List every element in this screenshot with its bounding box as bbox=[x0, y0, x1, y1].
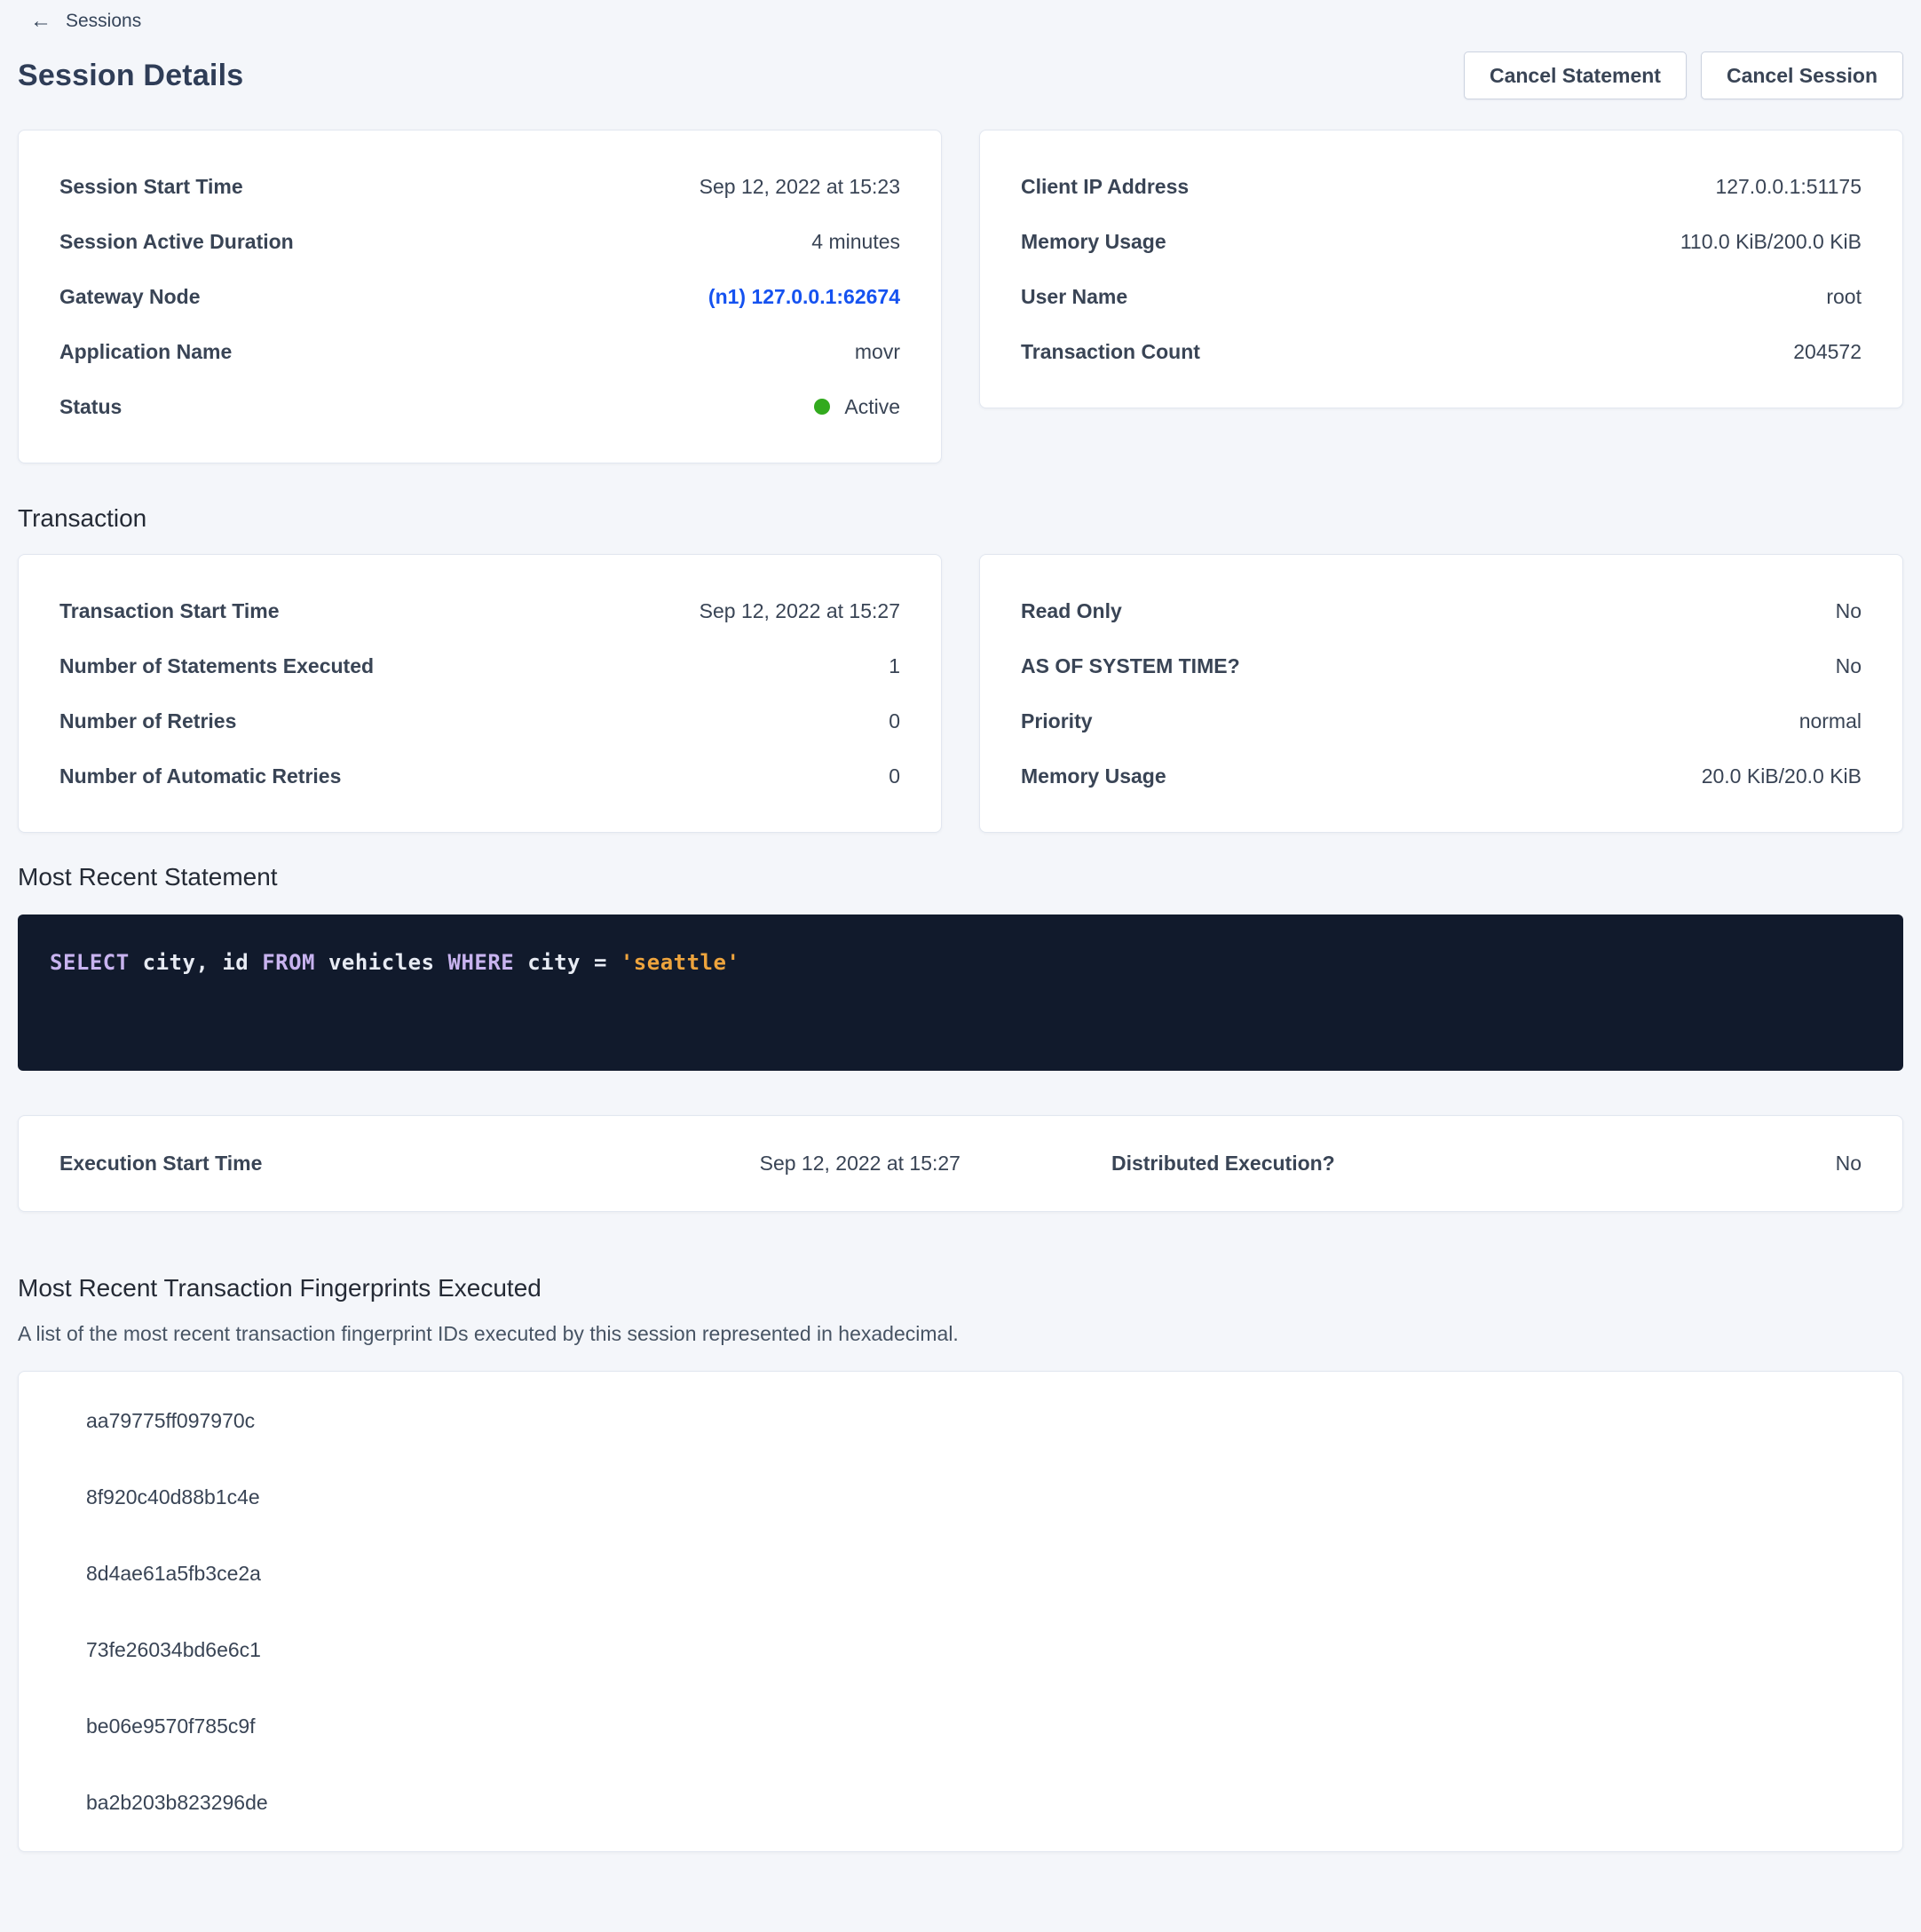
field-label: Gateway Node bbox=[59, 285, 201, 309]
session-details-page: ← Sessions Session Details Cancel Statem… bbox=[0, 0, 1921, 1879]
sql-keyword: SELECT bbox=[50, 950, 130, 975]
header-actions: Cancel Statement Cancel Session bbox=[1464, 51, 1903, 99]
most-recent-statement-heading: Most Recent Statement bbox=[18, 863, 1903, 891]
list-item: be06e9570f785c9f bbox=[19, 1688, 1902, 1764]
list-item: aa79775ff097970c bbox=[19, 1382, 1902, 1459]
field-value: Sep 12, 2022 at 15:23 bbox=[700, 175, 900, 199]
field-label: Session Start Time bbox=[59, 175, 243, 199]
transaction-info-card-right: Read Only No AS OF SYSTEM TIME? No Prior… bbox=[979, 554, 1903, 833]
status-value: Active bbox=[844, 395, 900, 419]
field-value: 0 bbox=[889, 764, 900, 788]
field-value: No bbox=[1836, 599, 1862, 623]
field-label: Application Name bbox=[59, 340, 232, 364]
field-value: No bbox=[1836, 654, 1862, 678]
session-info-card-right: Client IP Address 127.0.0.1:51175 Memory… bbox=[979, 130, 1903, 408]
fingerprints-section-heading: Most Recent Transaction Fingerprints Exe… bbox=[18, 1274, 1903, 1303]
back-to-sessions-link[interactable]: ← Sessions bbox=[18, 9, 145, 34]
table-row: Number of Statements Executed 1 bbox=[59, 638, 900, 693]
field-label: Transaction Start Time bbox=[59, 599, 280, 623]
field-label: Distributed Execution? bbox=[960, 1152, 1538, 1176]
table-row: Gateway Node (n1) 127.0.0.1:62674 bbox=[59, 269, 900, 324]
field-label: Status bbox=[59, 395, 122, 419]
field-value: No bbox=[1538, 1152, 1862, 1176]
page-header: Session Details Cancel Statement Cancel … bbox=[18, 51, 1903, 99]
table-row: Transaction Count 204572 bbox=[1021, 324, 1862, 379]
fingerprints-list-card: aa79775ff097970c 8f920c40d88b1c4e 8d4ae6… bbox=[18, 1371, 1903, 1852]
field-value: root bbox=[1826, 285, 1862, 309]
table-row: Number of Retries 0 bbox=[59, 693, 900, 748]
field-value: 127.0.0.1:51175 bbox=[1715, 175, 1862, 199]
field-label: Number of Automatic Retries bbox=[59, 764, 341, 788]
sql-keyword: WHERE bbox=[448, 950, 515, 975]
table-row: Client IP Address 127.0.0.1:51175 bbox=[1021, 159, 1862, 214]
status-badge: Active bbox=[814, 395, 900, 419]
list-item: 8f920c40d88b1c4e bbox=[19, 1459, 1902, 1535]
table-row: Transaction Start Time Sep 12, 2022 at 1… bbox=[59, 583, 900, 638]
field-value: 4 minutes bbox=[811, 230, 900, 254]
list-item: 8d4ae61a5fb3ce2a bbox=[19, 1535, 1902, 1611]
page-title: Session Details bbox=[18, 59, 243, 93]
field-value: Sep 12, 2022 at 15:27 bbox=[700, 599, 900, 623]
sql-text: city, id bbox=[130, 950, 263, 975]
field-value: Sep 12, 2022 at 15:27 bbox=[492, 1152, 960, 1176]
table-row: Memory Usage 110.0 KiB/200.0 KiB bbox=[1021, 214, 1862, 269]
transaction-info-card-left: Transaction Start Time Sep 12, 2022 at 1… bbox=[18, 554, 942, 833]
session-summary-row: Session Start Time Sep 12, 2022 at 15:23… bbox=[18, 130, 1903, 463]
cancel-statement-button[interactable]: Cancel Statement bbox=[1464, 51, 1687, 99]
session-info-card-left: Session Start Time Sep 12, 2022 at 15:23… bbox=[18, 130, 942, 463]
table-row: Application Name movr bbox=[59, 324, 900, 379]
field-label: User Name bbox=[1021, 285, 1127, 309]
table-row: Priority normal bbox=[1021, 693, 1862, 748]
table-row: Memory Usage 20.0 KiB/20.0 KiB bbox=[1021, 748, 1862, 804]
table-row: Session Start Time Sep 12, 2022 at 15:23 bbox=[59, 159, 900, 214]
sql-statement-box: SELECT city, id FROM vehicles WHERE city… bbox=[18, 915, 1903, 1071]
field-value: 1 bbox=[889, 654, 900, 678]
field-value: normal bbox=[1799, 709, 1862, 733]
field-value: 204572 bbox=[1793, 340, 1862, 364]
execution-info-card: Execution Start Time Sep 12, 2022 at 15:… bbox=[18, 1115, 1903, 1212]
field-label: Memory Usage bbox=[1021, 764, 1166, 788]
field-label: Number of Statements Executed bbox=[59, 654, 374, 678]
transaction-section-heading: Transaction bbox=[18, 504, 1903, 533]
field-label: Number of Retries bbox=[59, 709, 236, 733]
field-label: Priority bbox=[1021, 709, 1093, 733]
field-label: Execution Start Time bbox=[59, 1152, 492, 1176]
list-item: ba2b203b823296de bbox=[19, 1764, 1902, 1841]
table-row: Number of Automatic Retries 0 bbox=[59, 748, 900, 804]
field-label: AS OF SYSTEM TIME? bbox=[1021, 654, 1240, 678]
field-label: Client IP Address bbox=[1021, 175, 1189, 199]
field-value: 110.0 KiB/200.0 KiB bbox=[1680, 230, 1862, 254]
list-item: 73fe26034bd6e6c1 bbox=[19, 1611, 1902, 1688]
fingerprints-description: A list of the most recent transaction fi… bbox=[18, 1322, 1903, 1346]
field-value: 0 bbox=[889, 709, 900, 733]
sql-text: city = bbox=[514, 950, 621, 975]
cancel-session-button[interactable]: Cancel Session bbox=[1701, 51, 1903, 99]
gateway-node-link[interactable]: (n1) 127.0.0.1:62674 bbox=[708, 285, 900, 309]
field-label: Session Active Duration bbox=[59, 230, 294, 254]
sql-keyword: FROM bbox=[262, 950, 315, 975]
table-row: AS OF SYSTEM TIME? No bbox=[1021, 638, 1862, 693]
field-label: Transaction Count bbox=[1021, 340, 1200, 364]
field-label: Memory Usage bbox=[1021, 230, 1166, 254]
table-row: Read Only No bbox=[1021, 583, 1862, 638]
sql-string-literal: 'seattle' bbox=[621, 950, 740, 975]
arrow-left-icon: ← bbox=[30, 11, 51, 32]
table-row: User Name root bbox=[1021, 269, 1862, 324]
field-label: Read Only bbox=[1021, 599, 1122, 623]
field-value: 20.0 KiB/20.0 KiB bbox=[1702, 764, 1862, 788]
field-value: movr bbox=[855, 340, 900, 364]
table-row: Status Active bbox=[59, 379, 900, 434]
transaction-summary-row: Transaction Start Time Sep 12, 2022 at 1… bbox=[18, 554, 1903, 833]
status-active-dot-icon bbox=[814, 399, 830, 415]
back-link-label: Sessions bbox=[66, 11, 141, 32]
sql-text: vehicles bbox=[315, 950, 448, 975]
table-row: Session Active Duration 4 minutes bbox=[59, 214, 900, 269]
